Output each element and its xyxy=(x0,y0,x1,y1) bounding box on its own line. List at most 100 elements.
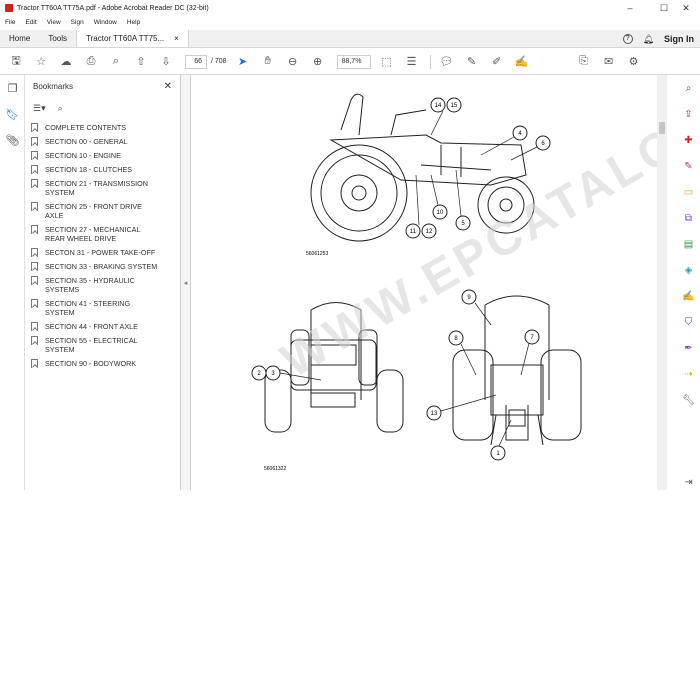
bookmark-item[interactable]: SECTON 31 - POWER TAKE-OFF xyxy=(31,248,180,262)
bookmark-item[interactable]: SECTION 21 - TRANSMISSION SYSTEM xyxy=(31,179,180,202)
sign-in-button[interactable]: Sign In xyxy=(664,34,694,44)
fit-page-icon[interactable]: ⬚ xyxy=(378,53,396,71)
callout-14: 14 xyxy=(435,103,442,109)
print-icon[interactable]: ⎙ xyxy=(82,53,100,71)
save-icon[interactable]: 🖫 xyxy=(7,53,25,71)
create-pdf-icon[interactable]: ✚ xyxy=(677,127,700,153)
fill-sign-icon[interactable]: ✍ xyxy=(677,283,700,309)
send-for-comments-icon[interactable]: ⇢ xyxy=(677,361,700,387)
organize-pages-icon[interactable]: ▤ xyxy=(677,231,700,257)
bookmark-star-icon[interactable]: ☆ xyxy=(32,53,50,71)
bookmark-item[interactable]: SECTION 33 - BRAKING SYSTEM xyxy=(31,262,180,276)
bookmark-item[interactable]: SECTION 00 - GENERAL xyxy=(31,137,180,151)
page-total: / 708 xyxy=(211,58,227,65)
comment-tool-icon[interactable]: ▭ xyxy=(677,179,700,205)
request-signature-icon[interactable]: ✒ xyxy=(677,335,700,361)
cloud-upload-icon[interactable]: ☁ xyxy=(57,53,75,71)
menu-help[interactable]: Help xyxy=(122,17,145,29)
bookmark-label: SECTION 21 - TRANSMISSION SYSTEM xyxy=(45,179,148,197)
bookmark-item[interactable]: SECTION 27 - MECHANICAL REAR WHEEL DRIVE xyxy=(31,225,180,248)
callout-10: 10 xyxy=(437,210,444,216)
vertical-scrollbar[interactable] xyxy=(657,75,667,490)
menu-file[interactable]: File xyxy=(0,17,20,29)
bookmark-icon xyxy=(31,151,38,160)
menu-edit[interactable]: Edit xyxy=(20,17,41,29)
tab-document[interactable]: Tractor TT60A TT75... × xyxy=(76,30,189,47)
search-tool-icon[interactable]: ⌕ xyxy=(677,75,700,101)
bookmark-icon xyxy=(31,322,38,331)
pen-icon[interactable]: ✎ xyxy=(463,53,481,71)
bookmark-item[interactable]: SECTION 41 - STEERING SYSTEM xyxy=(31,299,180,322)
close-panel-icon[interactable]: ✕ xyxy=(164,81,172,92)
bell-icon[interactable]: 🔔︎ xyxy=(643,34,654,45)
bookmark-search-icon[interactable]: ⌕ xyxy=(58,103,63,114)
sign-icon[interactable]: ✍ xyxy=(513,53,531,71)
protect-icon[interactable]: ⛉ xyxy=(677,309,700,335)
more-tools-wrench-icon[interactable]: 🔧︎ xyxy=(677,387,700,413)
zoom-in-icon[interactable]: ⊕ xyxy=(309,53,327,71)
bookmark-label: SECTION 25 - FRONT DRIVE AXLE xyxy=(45,202,142,220)
bookmarks-panel: Bookmarks ✕ ☰▾ ⌕ COMPLETE CONTENTS SECTI… xyxy=(25,75,181,490)
search-icon[interactable]: ⌕ xyxy=(107,53,125,71)
bookmark-label: SECTION 90 - BODYWORK xyxy=(45,359,137,368)
highlight-icon[interactable]: ✐ xyxy=(488,53,506,71)
pages-thumbnails-icon[interactable]: ❐ xyxy=(0,75,25,101)
menu-sign[interactable]: Sign xyxy=(66,17,89,29)
email-icon[interactable]: ✉ xyxy=(600,53,618,71)
bookmark-item[interactable]: SECTION 55 - ELECTRICAL SYSTEM xyxy=(31,336,180,359)
menu-window[interactable]: Window xyxy=(89,17,122,29)
bookmark-item[interactable]: SECTION 10 - ENGINE xyxy=(31,151,180,165)
comment-icon[interactable]: 💬︎ xyxy=(438,53,456,71)
minimize-button[interactable]: – xyxy=(616,0,644,16)
scan-ocr-icon[interactable]: ◈ xyxy=(677,257,700,283)
bookmark-options-icon[interactable]: ☰▾ xyxy=(33,103,46,114)
tab-close-icon[interactable]: × xyxy=(174,30,179,48)
page-down-icon[interactable]: ⇩ xyxy=(157,53,175,71)
menu-view[interactable]: View xyxy=(42,17,66,29)
export-pdf-icon[interactable]: ⇪ xyxy=(677,101,700,127)
scroll-mode-icon[interactable]: ☰ xyxy=(403,53,421,71)
bookmark-icon xyxy=(31,123,38,132)
toolbar: 🖫 ☆ ☁ ⎙ ⌕ ⇧ ⇩ 66 / 708 ➤ ✋︎ ⊖ ⊕ 88,7% ⬚ … xyxy=(0,49,700,75)
bookmark-item[interactable]: SECTION 90 - BODYWORK xyxy=(31,359,180,373)
bookmark-icon xyxy=(31,359,38,368)
more-tools-icon[interactable]: ⚙ xyxy=(625,53,643,71)
bookmark-item[interactable]: SECTION 35 - HYDRAULIC SYSTEMS xyxy=(31,276,180,299)
figure-code-1: 56061253 xyxy=(306,251,328,257)
bookmark-item[interactable]: SECTION 25 - FRONT DRIVE AXLE xyxy=(31,202,180,225)
tab-home[interactable]: Home xyxy=(0,30,39,47)
menu-bar: File Edit View Sign Window Help xyxy=(0,17,145,29)
bookmark-item[interactable]: SECTION 18 - CLUTCHES xyxy=(31,165,180,179)
bookmark-label: SECTION 27 - MECHANICAL REAR WHEEL DRIVE xyxy=(45,225,141,243)
acrobat-icon xyxy=(5,4,13,12)
zoom-select[interactable]: 88,7% xyxy=(336,54,371,69)
callout-15: 15 xyxy=(451,103,458,109)
close-window-button[interactable]: ✕ xyxy=(672,0,700,16)
zoom-out-icon[interactable]: ⊖ xyxy=(284,53,302,71)
attachments-icon[interactable]: 📎︎ xyxy=(0,127,25,153)
left-nav: ❐ 🔖︎ 📎︎ xyxy=(0,75,25,490)
bookmark-item[interactable]: COMPLETE CONTENTS xyxy=(31,123,180,137)
panel-collapse-handle[interactable]: ◂ xyxy=(181,75,191,490)
edit-pdf-icon[interactable]: ✎ xyxy=(677,153,700,179)
expand-panel-icon[interactable]: ⇥ xyxy=(677,469,700,495)
bookmark-icon xyxy=(31,299,38,308)
bookmark-label: SECTION 35 - HYDRAULIC SYSTEMS xyxy=(45,276,135,294)
tab-tools[interactable]: Tools xyxy=(39,30,76,47)
bookmark-item[interactable]: SECTION 44 - FRONT AXLE xyxy=(31,322,180,336)
bookmarks-icon[interactable]: 🔖︎ xyxy=(0,101,25,127)
scrollbar-thumb[interactable] xyxy=(659,122,665,134)
help-icon[interactable]: ? xyxy=(622,34,633,44)
hand-tool-icon[interactable]: ✋︎ xyxy=(259,53,277,71)
combine-files-icon[interactable]: ⧉ xyxy=(677,205,700,231)
bookmark-list: COMPLETE CONTENTS SECTION 00 - GENERAL S… xyxy=(25,119,180,373)
select-cursor-icon[interactable]: ➤ xyxy=(234,53,252,71)
page-up-icon[interactable]: ⇧ xyxy=(132,53,150,71)
bookmark-icon xyxy=(31,225,38,234)
callout-11: 11 xyxy=(410,229,417,235)
share-icon[interactable]: ⎘ xyxy=(575,53,593,71)
bookmark-icon xyxy=(31,137,38,146)
tab-document-label: Tractor TT60A TT75... xyxy=(86,33,165,43)
right-tools-pane: ⌕ ⇪ ✚ ✎ ▭ ⧉ ▤ ◈ ✍ ⛉ ✒ ⇢ 🔧︎ ⇥ xyxy=(677,75,700,490)
page-number-input[interactable]: 66 xyxy=(185,54,207,69)
